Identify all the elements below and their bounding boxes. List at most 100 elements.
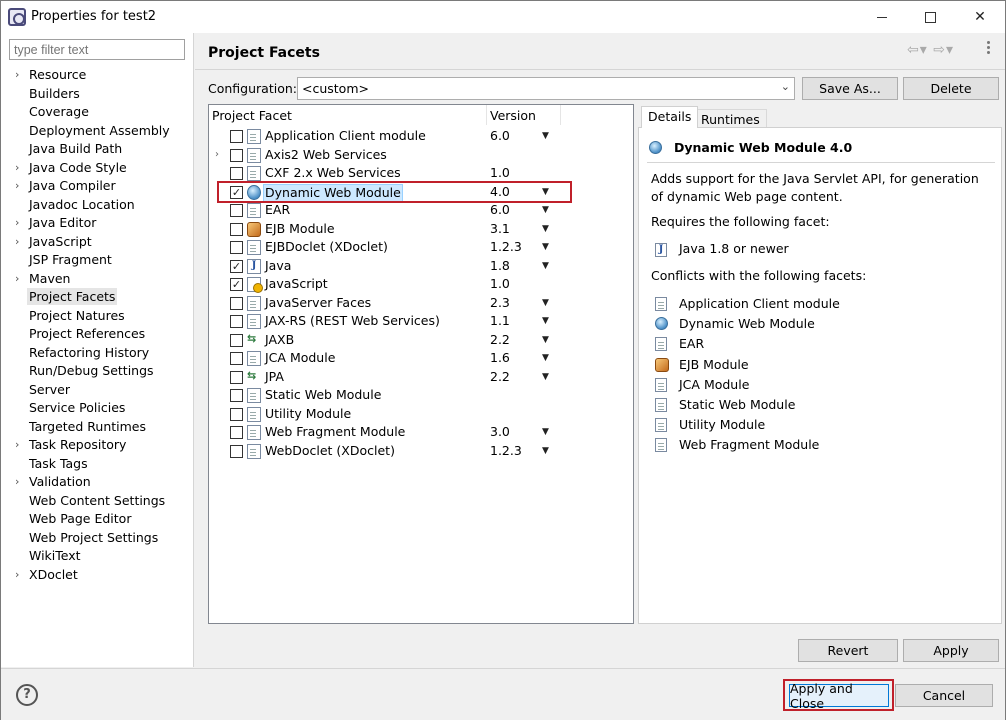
sidebar-item[interactable]: Javadoc Location xyxy=(1,196,194,215)
chevron-right-icon[interactable]: › xyxy=(15,473,19,492)
sidebar-item[interactable]: Refactoring History xyxy=(1,344,194,363)
table-row[interactable]: ⇆ JAXB 2.2 ▼ xyxy=(209,331,633,350)
dropdown-arrow-icon[interactable]: ▼ xyxy=(542,331,549,350)
table-row[interactable]: ✓ JavaScript 1.0 xyxy=(209,275,633,294)
facet-version[interactable]: 6.0 xyxy=(490,127,510,146)
dropdown-arrow-icon[interactable]: ▼ xyxy=(542,423,549,442)
sidebar-item[interactable]: Task Tags xyxy=(1,455,194,474)
chevron-right-icon[interactable]: › xyxy=(15,177,19,196)
sidebar-item[interactable]: Project References xyxy=(1,325,194,344)
tab-runtimes[interactable]: Runtimes xyxy=(694,109,767,129)
chevron-right-icon[interactable]: › xyxy=(15,214,19,233)
chevron-right-icon[interactable]: › xyxy=(15,233,19,252)
dropdown-arrow-icon[interactable]: ▼ xyxy=(542,349,549,368)
sidebar-item[interactable]: Web Page Editor xyxy=(1,510,194,529)
facet-checkbox[interactable] xyxy=(230,148,243,162)
dropdown-arrow-icon[interactable]: ▼ xyxy=(542,294,549,313)
facet-checkbox[interactable] xyxy=(230,426,243,439)
dropdown-arrow-icon[interactable]: ▼ xyxy=(542,201,549,220)
sidebar-item[interactable]: Project Natures xyxy=(1,307,194,326)
table-row[interactable]: ⇆ JPA 2.2 ▼ xyxy=(209,368,633,387)
facet-version[interactable]: 2.2 xyxy=(490,331,510,350)
sidebar-item[interactable]: › Java Editor xyxy=(1,214,194,233)
filter-input[interactable] xyxy=(9,39,185,60)
delete-button[interactable]: Delete xyxy=(903,77,999,100)
table-row[interactable]: EAR 6.0 ▼ xyxy=(209,201,633,220)
facet-checkbox[interactable]: ✓ xyxy=(230,259,243,273)
facet-checkbox[interactable] xyxy=(230,370,243,384)
chevron-right-icon[interactable]: › xyxy=(15,159,19,178)
facet-checkbox[interactable] xyxy=(230,241,243,254)
table-row[interactable]: ✓ J Java 1.8 ▼ xyxy=(209,257,633,276)
view-menu-icon[interactable] xyxy=(987,41,991,56)
sidebar-item[interactable]: › Task Repository xyxy=(1,436,194,455)
cancel-button[interactable]: Cancel xyxy=(895,684,993,707)
tab-details[interactable]: Details xyxy=(641,106,699,128)
facet-checkbox[interactable]: ✓ xyxy=(230,278,243,291)
chevron-right-icon[interactable]: › xyxy=(15,566,19,585)
dropdown-arrow-icon[interactable]: ▼ xyxy=(542,220,549,239)
sidebar-item[interactable]: Project Facets xyxy=(1,288,194,307)
back-arrow-icon[interactable]: ⇦▾ xyxy=(907,42,928,58)
table-row[interactable]: Application Client module 6.0 ▼ xyxy=(209,127,633,146)
apply-and-close-button[interactable]: Apply and Close xyxy=(789,681,889,711)
sidebar-item[interactable]: › Java Compiler xyxy=(1,177,194,196)
facet-checkbox[interactable] xyxy=(230,444,243,458)
sidebar-item[interactable]: JSP Fragment xyxy=(1,251,194,270)
sidebar-item[interactable]: Service Policies xyxy=(1,399,194,418)
facet-version[interactable]: 3.0 xyxy=(490,423,510,442)
facet-checkbox[interactable] xyxy=(230,167,243,180)
facet-checkbox[interactable] xyxy=(230,204,243,217)
facet-version[interactable]: 1.2.3 xyxy=(490,442,522,461)
sidebar-item[interactable]: › Maven xyxy=(1,270,194,289)
table-row[interactable]: Web Fragment Module 3.0 ▼ xyxy=(209,423,633,442)
table-row[interactable]: EJBDoclet (XDoclet) 1.2.3 ▼ xyxy=(209,238,633,257)
dropdown-arrow-icon[interactable]: ▼ xyxy=(542,238,549,257)
facet-version[interactable]: 2.2 xyxy=(490,368,510,387)
facet-version[interactable]: 2.3 xyxy=(490,294,510,313)
facet-version[interactable]: 6.0 xyxy=(490,201,510,220)
sidebar-item[interactable]: Targeted Runtimes xyxy=(1,418,194,437)
maximize-button[interactable] xyxy=(907,1,953,33)
sidebar-item[interactable]: Server xyxy=(1,381,194,400)
sidebar-item[interactable]: WikiText xyxy=(1,547,194,566)
sidebar-item[interactable]: Java Build Path xyxy=(1,140,194,159)
history-nav[interactable]: ⇦▾ ⇨▾ xyxy=(907,42,954,58)
revert-button[interactable]: Revert xyxy=(798,639,898,662)
close-button[interactable]: ✕ xyxy=(957,1,1003,33)
sidebar-item[interactable]: › Validation xyxy=(1,473,194,492)
facet-checkbox[interactable] xyxy=(230,315,243,328)
facet-version[interactable]: 1.8 xyxy=(490,257,510,276)
facet-version[interactable]: 1.6 xyxy=(490,349,510,368)
sidebar-item[interactable]: › Resource xyxy=(1,66,194,85)
facet-checkbox[interactable] xyxy=(230,296,243,310)
table-row[interactable]: Static Web Module xyxy=(209,386,633,405)
table-row[interactable]: JCA Module 1.6 ▼ xyxy=(209,349,633,368)
chevron-right-icon[interactable]: › xyxy=(215,146,219,165)
table-row[interactable]: WebDoclet (XDoclet) 1.2.3 ▼ xyxy=(209,442,633,461)
facet-checkbox[interactable] xyxy=(230,130,243,143)
sidebar-item[interactable]: Coverage xyxy=(1,103,194,122)
sidebar-item[interactable]: › Java Code Style xyxy=(1,159,194,178)
apply-button[interactable]: Apply xyxy=(903,639,999,662)
chevron-right-icon[interactable]: › xyxy=(15,270,19,289)
dropdown-arrow-icon[interactable]: ▼ xyxy=(542,312,549,331)
sidebar-item[interactable]: Web Project Settings xyxy=(1,529,194,548)
facet-checkbox[interactable] xyxy=(230,333,243,347)
sidebar-item[interactable]: Builders xyxy=(1,85,194,104)
table-row[interactable]: Utility Module xyxy=(209,405,633,424)
table-row[interactable]: › Axis2 Web Services xyxy=(209,146,633,165)
table-row[interactable]: CXF 2.x Web Services 1.0 xyxy=(209,164,633,183)
help-icon[interactable]: ? xyxy=(16,684,38,706)
chevron-right-icon[interactable]: › xyxy=(15,66,19,85)
save-as-button[interactable]: Save As... xyxy=(802,77,898,100)
facet-version[interactable]: 1.2.3 xyxy=(490,238,522,257)
table-row[interactable]: EJB Module 3.1 ▼ xyxy=(209,220,633,239)
facet-checkbox[interactable] xyxy=(230,352,243,365)
configuration-select[interactable]: <custom> ⌄ xyxy=(297,77,795,100)
sidebar-item[interactable]: Web Content Settings xyxy=(1,492,194,511)
facet-version[interactable]: 1.1 xyxy=(490,312,510,331)
dropdown-arrow-icon[interactable]: ▼ xyxy=(542,368,549,387)
dropdown-arrow-icon[interactable]: ▼ xyxy=(542,127,549,146)
sidebar-item[interactable]: Run/Debug Settings xyxy=(1,362,194,381)
